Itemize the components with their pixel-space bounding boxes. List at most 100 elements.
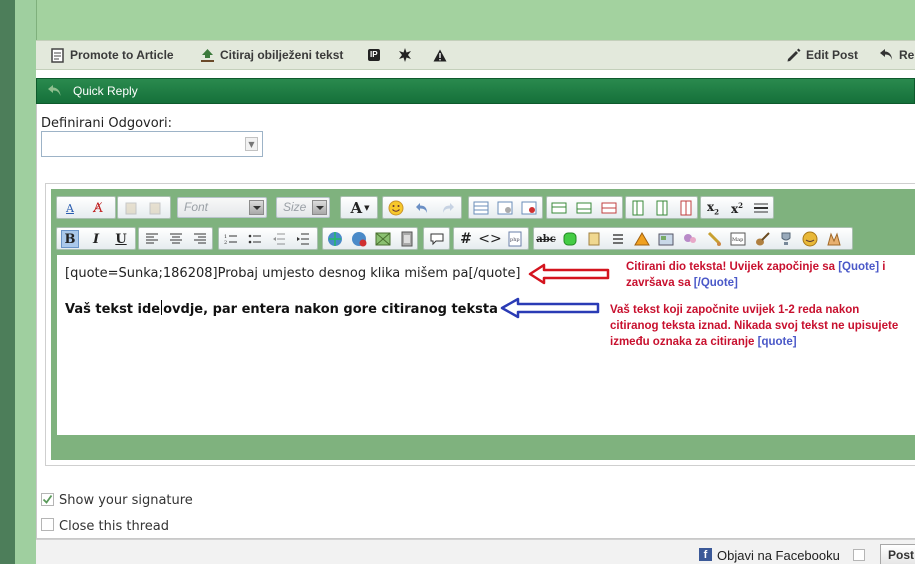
pencil-icon — [787, 48, 801, 61]
quote-selected-label: Citiraj obilježeni tekst — [220, 48, 344, 62]
text-annotation-tag: [quote] — [757, 336, 797, 348]
post-content-band — [36, 0, 915, 40]
blue-arrow-icon — [500, 297, 600, 319]
edit-post-label: Edit Post — [806, 48, 859, 62]
message-text-before-caret: Vaš tekst ide — [65, 302, 161, 317]
font-style-icon[interactable]: A — [61, 199, 79, 217]
numbered-list-icon[interactable]: 12 — [222, 230, 240, 248]
text-annotation-text: Vaš tekst koji započnite uvijek 1-2 reda… — [610, 304, 899, 348]
size-select[interactable]: Size — [276, 197, 330, 218]
insert-row-below-icon[interactable] — [575, 199, 593, 217]
outdent-icon[interactable] — [270, 230, 288, 248]
quote-annotation: Citirani dio teksta! Uvijek započinje sa… — [626, 259, 906, 291]
strike-icon[interactable]: abc — [536, 230, 556, 248]
subscript-icon[interactable]: x2 — [704, 199, 722, 217]
quick-reply-page: Promote to Article Citiraj obilježeni te… — [0, 0, 915, 564]
post-button[interactable]: Post — [880, 544, 915, 564]
paste-icon[interactable] — [122, 199, 140, 217]
quote-selected-text-button[interactable]: Citiraj obilježeni tekst — [200, 41, 343, 69]
guitar-icon[interactable] — [753, 230, 771, 248]
close-thread-checkbox[interactable] — [41, 518, 54, 531]
align-center-icon[interactable] — [167, 230, 185, 248]
list-group: 12 — [218, 227, 318, 250]
font-color-icon[interactable]: A ▼ — [347, 199, 373, 217]
paste-word-icon[interactable] — [146, 199, 164, 217]
align-right-icon[interactable] — [191, 230, 209, 248]
show-signature-label: Show your signature — [59, 493, 193, 508]
table-icon[interactable] — [472, 199, 490, 217]
edit-post-button[interactable]: Edit Post — [786, 41, 858, 69]
reply-arrow-icon — [48, 85, 61, 96]
delete-column-icon[interactable] — [677, 199, 695, 217]
insert-quote-icon[interactable] — [428, 230, 446, 248]
text-style-group: A A̸ — [56, 196, 116, 219]
ip-info-button[interactable]: IP — [368, 41, 380, 69]
flowers-icon[interactable] — [681, 230, 699, 248]
report-warning-button[interactable] — [433, 41, 452, 69]
font-select[interactable]: Font — [177, 197, 267, 218]
brush-icon[interactable] — [705, 230, 723, 248]
editor-toolbar: A A̸ Font Size A ▼ x2 x2 B I U 1 2 # <> … — [51, 189, 915, 255]
undo-icon[interactable] — [413, 199, 431, 217]
warning-icon — [433, 49, 447, 61]
php-icon[interactable]: php — [506, 230, 524, 248]
report-star-button[interactable] — [398, 41, 417, 69]
table-group — [468, 196, 543, 219]
code-group: # <> php — [453, 227, 529, 250]
table-properties-icon[interactable] — [496, 199, 514, 217]
document-icon — [51, 47, 64, 63]
redo-icon[interactable] — [439, 199, 457, 217]
insert-column-left-icon[interactable] — [629, 199, 647, 217]
spoiler-icon[interactable] — [561, 230, 579, 248]
note-icon[interactable] — [585, 230, 603, 248]
bullet-list-icon[interactable] — [246, 230, 264, 248]
extras-group: abc Map — [533, 227, 853, 250]
delete-table-icon[interactable] — [520, 199, 538, 217]
facebook-share-label: Objavi na Facebooku — [717, 548, 840, 563]
hands-icon[interactable] — [825, 230, 843, 248]
facebook-share-checkbox[interactable] — [853, 549, 865, 561]
reply-button[interactable]: Re — [879, 41, 914, 69]
ip-badge: IP — [368, 49, 380, 61]
insert-row-above-icon[interactable] — [550, 199, 568, 217]
quick-reply-header[interactable]: Quick Reply — [36, 78, 915, 104]
code-icon[interactable]: <> — [478, 230, 501, 248]
insert-image-icon[interactable] — [374, 230, 392, 248]
emoji-icon[interactable] — [801, 230, 819, 248]
font-select-placeholder: Font — [184, 200, 209, 214]
promote-to-article-button[interactable]: Promote to Article — [51, 41, 174, 69]
text-caret — [161, 300, 163, 315]
hash-icon[interactable]: # — [457, 230, 475, 248]
chevron-down-icon — [312, 200, 327, 215]
trophy-icon[interactable] — [777, 230, 795, 248]
quote-open-tag: [Quote] — [838, 261, 880, 273]
indent-icon[interactable] — [294, 230, 312, 248]
gallery-icon[interactable] — [657, 230, 675, 248]
facebook-icon: f — [699, 548, 712, 561]
bold-icon[interactable]: B — [61, 230, 79, 248]
insert-column-right-icon[interactable] — [653, 199, 671, 217]
horizontal-rule-icon[interactable] — [752, 199, 770, 217]
superscript-icon[interactable]: x2 — [728, 199, 746, 217]
alert-icon[interactable] — [633, 230, 651, 248]
map-icon[interactable]: Map — [729, 230, 747, 248]
remove-format-icon[interactable]: A̸ — [89, 199, 107, 217]
align-left-icon[interactable] — [143, 230, 161, 248]
smiley-icon[interactable] — [387, 199, 405, 217]
message-text-after-caret: ovdje, par entera nakon gore citiranog t… — [163, 302, 498, 317]
italic-icon[interactable]: I — [87, 230, 105, 248]
remove-link-icon[interactable] — [350, 230, 368, 248]
predefined-replies-select[interactable]: ▼ — [41, 131, 263, 157]
burst-icon — [399, 48, 411, 62]
chevron-down-icon: ▼ — [245, 137, 258, 151]
delete-row-icon[interactable] — [600, 199, 618, 217]
insert-link-icon[interactable] — [326, 230, 344, 248]
show-signature-checkbox[interactable] — [41, 493, 54, 506]
list-lines-icon[interactable] — [609, 230, 627, 248]
insert-video-icon[interactable] — [398, 230, 416, 248]
format-group: B I U — [56, 227, 136, 250]
predefined-replies-label: Definirani Odgovori: — [41, 116, 173, 131]
chevron-down-icon — [249, 200, 264, 215]
underline-icon[interactable]: U — [112, 230, 130, 248]
font-color-group: A ▼ — [340, 196, 378, 219]
